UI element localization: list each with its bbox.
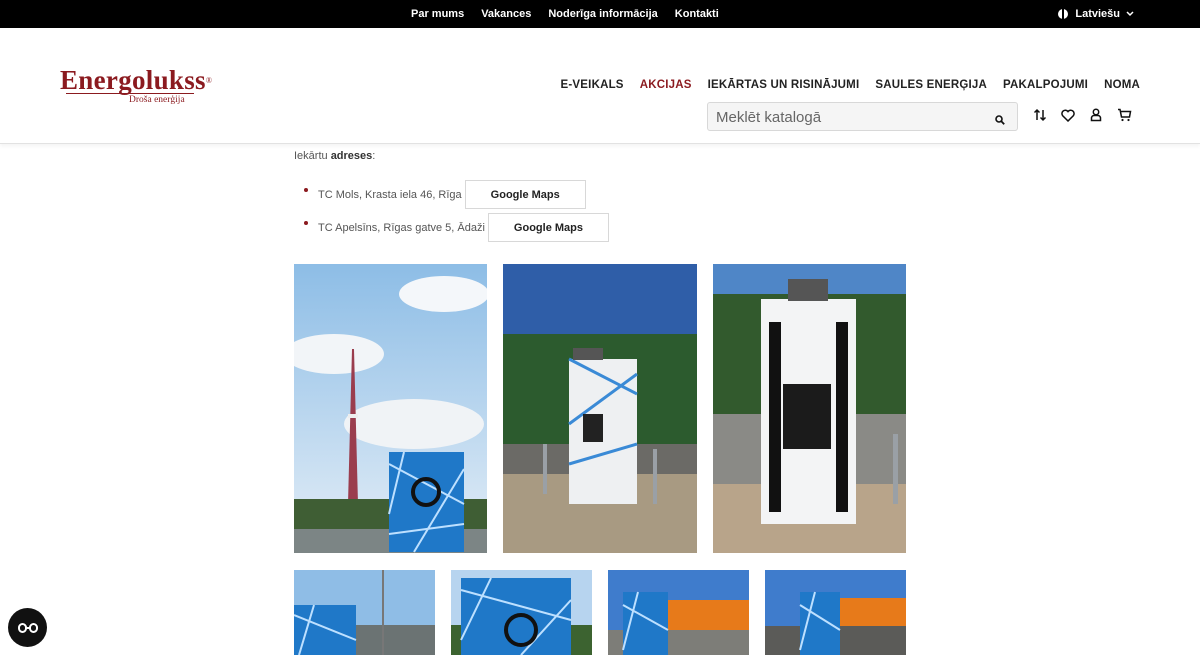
- thumb-2[interactable]: [451, 570, 592, 655]
- google-maps-button[interactable]: Google Maps: [487, 213, 609, 242]
- address-text: TC Mols, Krasta iela 46, Rīga: [318, 188, 462, 201]
- google-maps-button[interactable]: Google Maps: [464, 180, 586, 209]
- intro-prefix: Iekārtu: [294, 150, 331, 162]
- address-item: TC Apelsīns, Rīgas gatve 5, Ādaži Google…: [304, 213, 609, 242]
- charger-station-photo-2[interactable]: [713, 264, 906, 553]
- heart-icon[interactable]: [1060, 106, 1076, 124]
- accessibility-button[interactable]: [8, 608, 47, 647]
- main-nav: E-VEIKALS AKCIJAS IEKĀRTAS UN RISINĀJUMI…: [545, 79, 1140, 91]
- top-link-vakances[interactable]: Vakances: [481, 8, 531, 20]
- site-header: Energolukss® Droša enerģija E-VEIKALS AK…: [0, 28, 1200, 144]
- top-link-par-mums[interactable]: Par mums: [411, 8, 464, 20]
- logo-name: Energolukss: [60, 65, 206, 95]
- search-icon[interactable]: [995, 112, 1005, 125]
- address-text: TC Apelsīns, Rīgas gatve 5, Ādaži: [318, 221, 485, 234]
- language-selector[interactable]: Latviešu: [1058, 0, 1134, 28]
- nav-saules-energija[interactable]: SAULES ENERĢIJA: [875, 79, 987, 91]
- charger-station-photo-1[interactable]: [503, 264, 697, 553]
- cart-icon[interactable]: [1116, 106, 1132, 124]
- search-input[interactable]: [716, 106, 986, 128]
- nav-akcijas[interactable]: AKCIJAS: [640, 79, 692, 91]
- intro-bold: adreses: [330, 150, 373, 162]
- address-item: TC Mols, Krasta iela 46, Rīga Google Map…: [304, 180, 586, 209]
- logo[interactable]: Energolukss® Droša enerģija: [60, 67, 212, 107]
- nav-iekartas-un-risinajumi[interactable]: IEKĀRTAS UN RISINĀJUMI: [708, 79, 860, 91]
- bullet: [304, 188, 308, 192]
- top-link-noderiga-informacija[interactable]: Noderīga informācija: [548, 8, 657, 20]
- logo-wordmark: Energolukss®: [60, 67, 212, 94]
- chevron-down-icon: [1126, 10, 1134, 19]
- logo-underline: [66, 93, 194, 94]
- user-icon[interactable]: [1088, 106, 1104, 124]
- addresses-intro: Iekārtu adreses:: [294, 150, 375, 162]
- logo-tagline: Droša enerģija: [129, 95, 185, 105]
- nav-e-veikals[interactable]: E-VEIKALS: [561, 79, 624, 91]
- search-box: [707, 102, 1018, 131]
- tv-tower-charger-photo[interactable]: [294, 264, 487, 553]
- language-label: Latviešu: [1075, 8, 1120, 20]
- top-nav: Par mums Vakances Noderīga informācija K…: [411, 0, 736, 28]
- thumb-3[interactable]: [608, 570, 749, 655]
- header-icons: [1032, 106, 1144, 124]
- logo-reg: ®: [205, 76, 213, 85]
- glasses-icon: [17, 622, 38, 633]
- thumb-4[interactable]: [765, 570, 906, 655]
- compare-icon[interactable]: [1032, 106, 1048, 124]
- nav-pakalpojumi[interactable]: PAKALPOJUMI: [1003, 79, 1088, 91]
- thumb-1[interactable]: [294, 570, 435, 655]
- globe-icon: [1058, 9, 1069, 19]
- nav-noma[interactable]: NOMA: [1104, 79, 1140, 91]
- top-link-kontakti[interactable]: Kontakti: [675, 8, 719, 20]
- intro-suffix: :: [372, 150, 376, 162]
- bullet: [304, 221, 308, 225]
- top-bar: Par mums Vakances Noderīga informācija K…: [0, 0, 1200, 28]
- content-area: Iekārtu adreses:: [294, 150, 375, 162]
